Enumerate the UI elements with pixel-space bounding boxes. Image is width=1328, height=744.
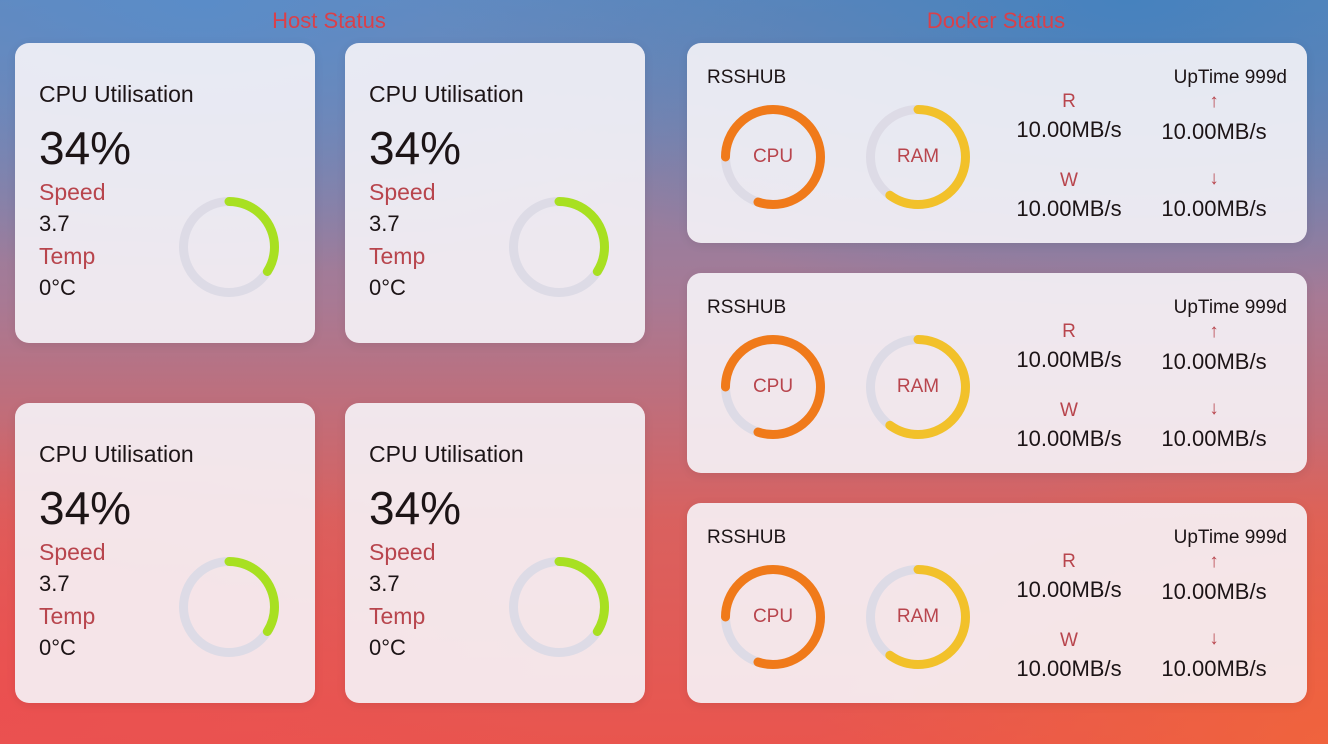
download-arrow-icon: ↓: [1209, 628, 1219, 649]
read-value: 10.00MB/s: [1016, 117, 1122, 142]
cpu-label: CPU: [752, 376, 794, 397]
write-value: 10.00MB/s: [1016, 196, 1122, 221]
temp-label: Temp: [369, 243, 426, 269]
cpu-utilisation-title: CPU Utilisation: [369, 441, 524, 467]
speed-value: 3.7: [39, 211, 70, 236]
read-label: R: [1062, 91, 1076, 112]
read-value: 10.00MB/s: [1016, 347, 1122, 372]
write-label: W: [1060, 400, 1078, 421]
host-card[interactable]: CPU Utilisation 34% Speed 3.7 Temp 0°C: [15, 403, 315, 703]
uptime-label: UpTime 999d: [1173, 297, 1287, 318]
cpu-label: CPU: [752, 146, 794, 167]
download-value: 10.00MB/s: [1161, 656, 1267, 681]
cpu-utilisation-value: 34%: [369, 482, 462, 534]
speed-label: Speed: [39, 539, 106, 565]
docker-card[interactable]: RSSHUB UpTime 999d CPU RAM R 10.00MB/s W 10.00M…: [687, 43, 1307, 243]
read-value: 10.00MB/s: [1016, 577, 1122, 602]
temp-label: Temp: [369, 603, 426, 629]
cpu-ring-gauge: [179, 197, 279, 297]
upload-arrow-icon: ↑: [1209, 551, 1219, 572]
host-card[interactable]: CPU Utilisation 34% Speed 3.7 Temp 0°C: [345, 403, 645, 703]
upload-value: 10.00MB/s: [1161, 119, 1267, 144]
cpu-ring-svg: [179, 557, 279, 657]
uptime-label: UpTime 999d: [1173, 527, 1287, 548]
cpu-utilisation-value: 34%: [39, 482, 132, 534]
docker-card[interactable]: RSSHUB UpTime 999d CPU RAM R 10.00MB/s W 10.00M…: [687, 273, 1307, 473]
cpu-ring-svg: [509, 557, 609, 657]
speed-value: 3.7: [369, 211, 400, 236]
ram-label: RAM: [896, 606, 940, 627]
cpu-utilisation-title: CPU Utilisation: [369, 81, 524, 107]
docker-status-title: Docker Status: [926, 8, 1066, 33]
speed-label: Speed: [369, 179, 436, 205]
cpu-utilisation-title: CPU Utilisation: [39, 81, 194, 107]
write-value: 10.00MB/s: [1016, 426, 1122, 451]
container-name: RSSHUB: [707, 297, 787, 318]
download-value: 10.00MB/s: [1161, 196, 1267, 221]
container-name: RSSHUB: [707, 527, 787, 548]
temp-value: 0°C: [369, 635, 406, 660]
download-arrow-icon: ↓: [1209, 398, 1219, 419]
cpu-utilisation-title: CPU Utilisation: [39, 441, 194, 467]
container-name: RSSHUB: [707, 67, 787, 88]
write-value: 10.00MB/s: [1016, 656, 1122, 681]
host-card[interactable]: CPU Utilisation 34% Speed 3.7 Temp 0°C: [15, 43, 315, 343]
download-arrow-icon: ↓: [1209, 168, 1219, 189]
cpu-utilisation-value: 34%: [39, 122, 132, 174]
host-status-title: Host Status: [272, 8, 386, 33]
read-label: R: [1062, 551, 1076, 572]
cpu-utilisation-value: 34%: [369, 122, 462, 174]
cpu-label: CPU: [752, 606, 794, 627]
uptime-label: UpTime 999d: [1173, 67, 1287, 88]
temp-label: Temp: [39, 243, 96, 269]
ram-label: RAM: [896, 146, 940, 167]
write-label: W: [1060, 170, 1078, 191]
cpu-ring-gauge: [509, 557, 609, 657]
temp-label: Temp: [39, 603, 96, 629]
host-card[interactable]: CPU Utilisation 34% Speed 3.7 Temp 0°C: [345, 43, 645, 343]
speed-label: Speed: [39, 179, 106, 205]
cpu-ring-gauge: [509, 197, 609, 297]
temp-value: 0°C: [39, 275, 76, 300]
speed-label: Speed: [369, 539, 436, 565]
speed-value: 3.7: [369, 571, 400, 596]
download-value: 10.00MB/s: [1161, 426, 1267, 451]
read-label: R: [1062, 321, 1076, 342]
cpu-ring-gauge: [179, 557, 279, 657]
upload-value: 10.00MB/s: [1161, 579, 1267, 604]
cpu-ring-svg: [509, 197, 609, 297]
temp-value: 0°C: [369, 275, 406, 300]
speed-value: 3.7: [39, 571, 70, 596]
cpu-ring-svg: [179, 197, 279, 297]
write-label: W: [1060, 630, 1078, 651]
ram-label: RAM: [896, 376, 940, 397]
temp-value: 0°C: [39, 635, 76, 660]
upload-value: 10.00MB/s: [1161, 349, 1267, 374]
upload-arrow-icon: ↑: [1209, 91, 1219, 112]
docker-card[interactable]: RSSHUB UpTime 999d CPU RAM R 10.00MB/s W 10.00M…: [687, 503, 1307, 703]
upload-arrow-icon: ↑: [1209, 321, 1219, 342]
